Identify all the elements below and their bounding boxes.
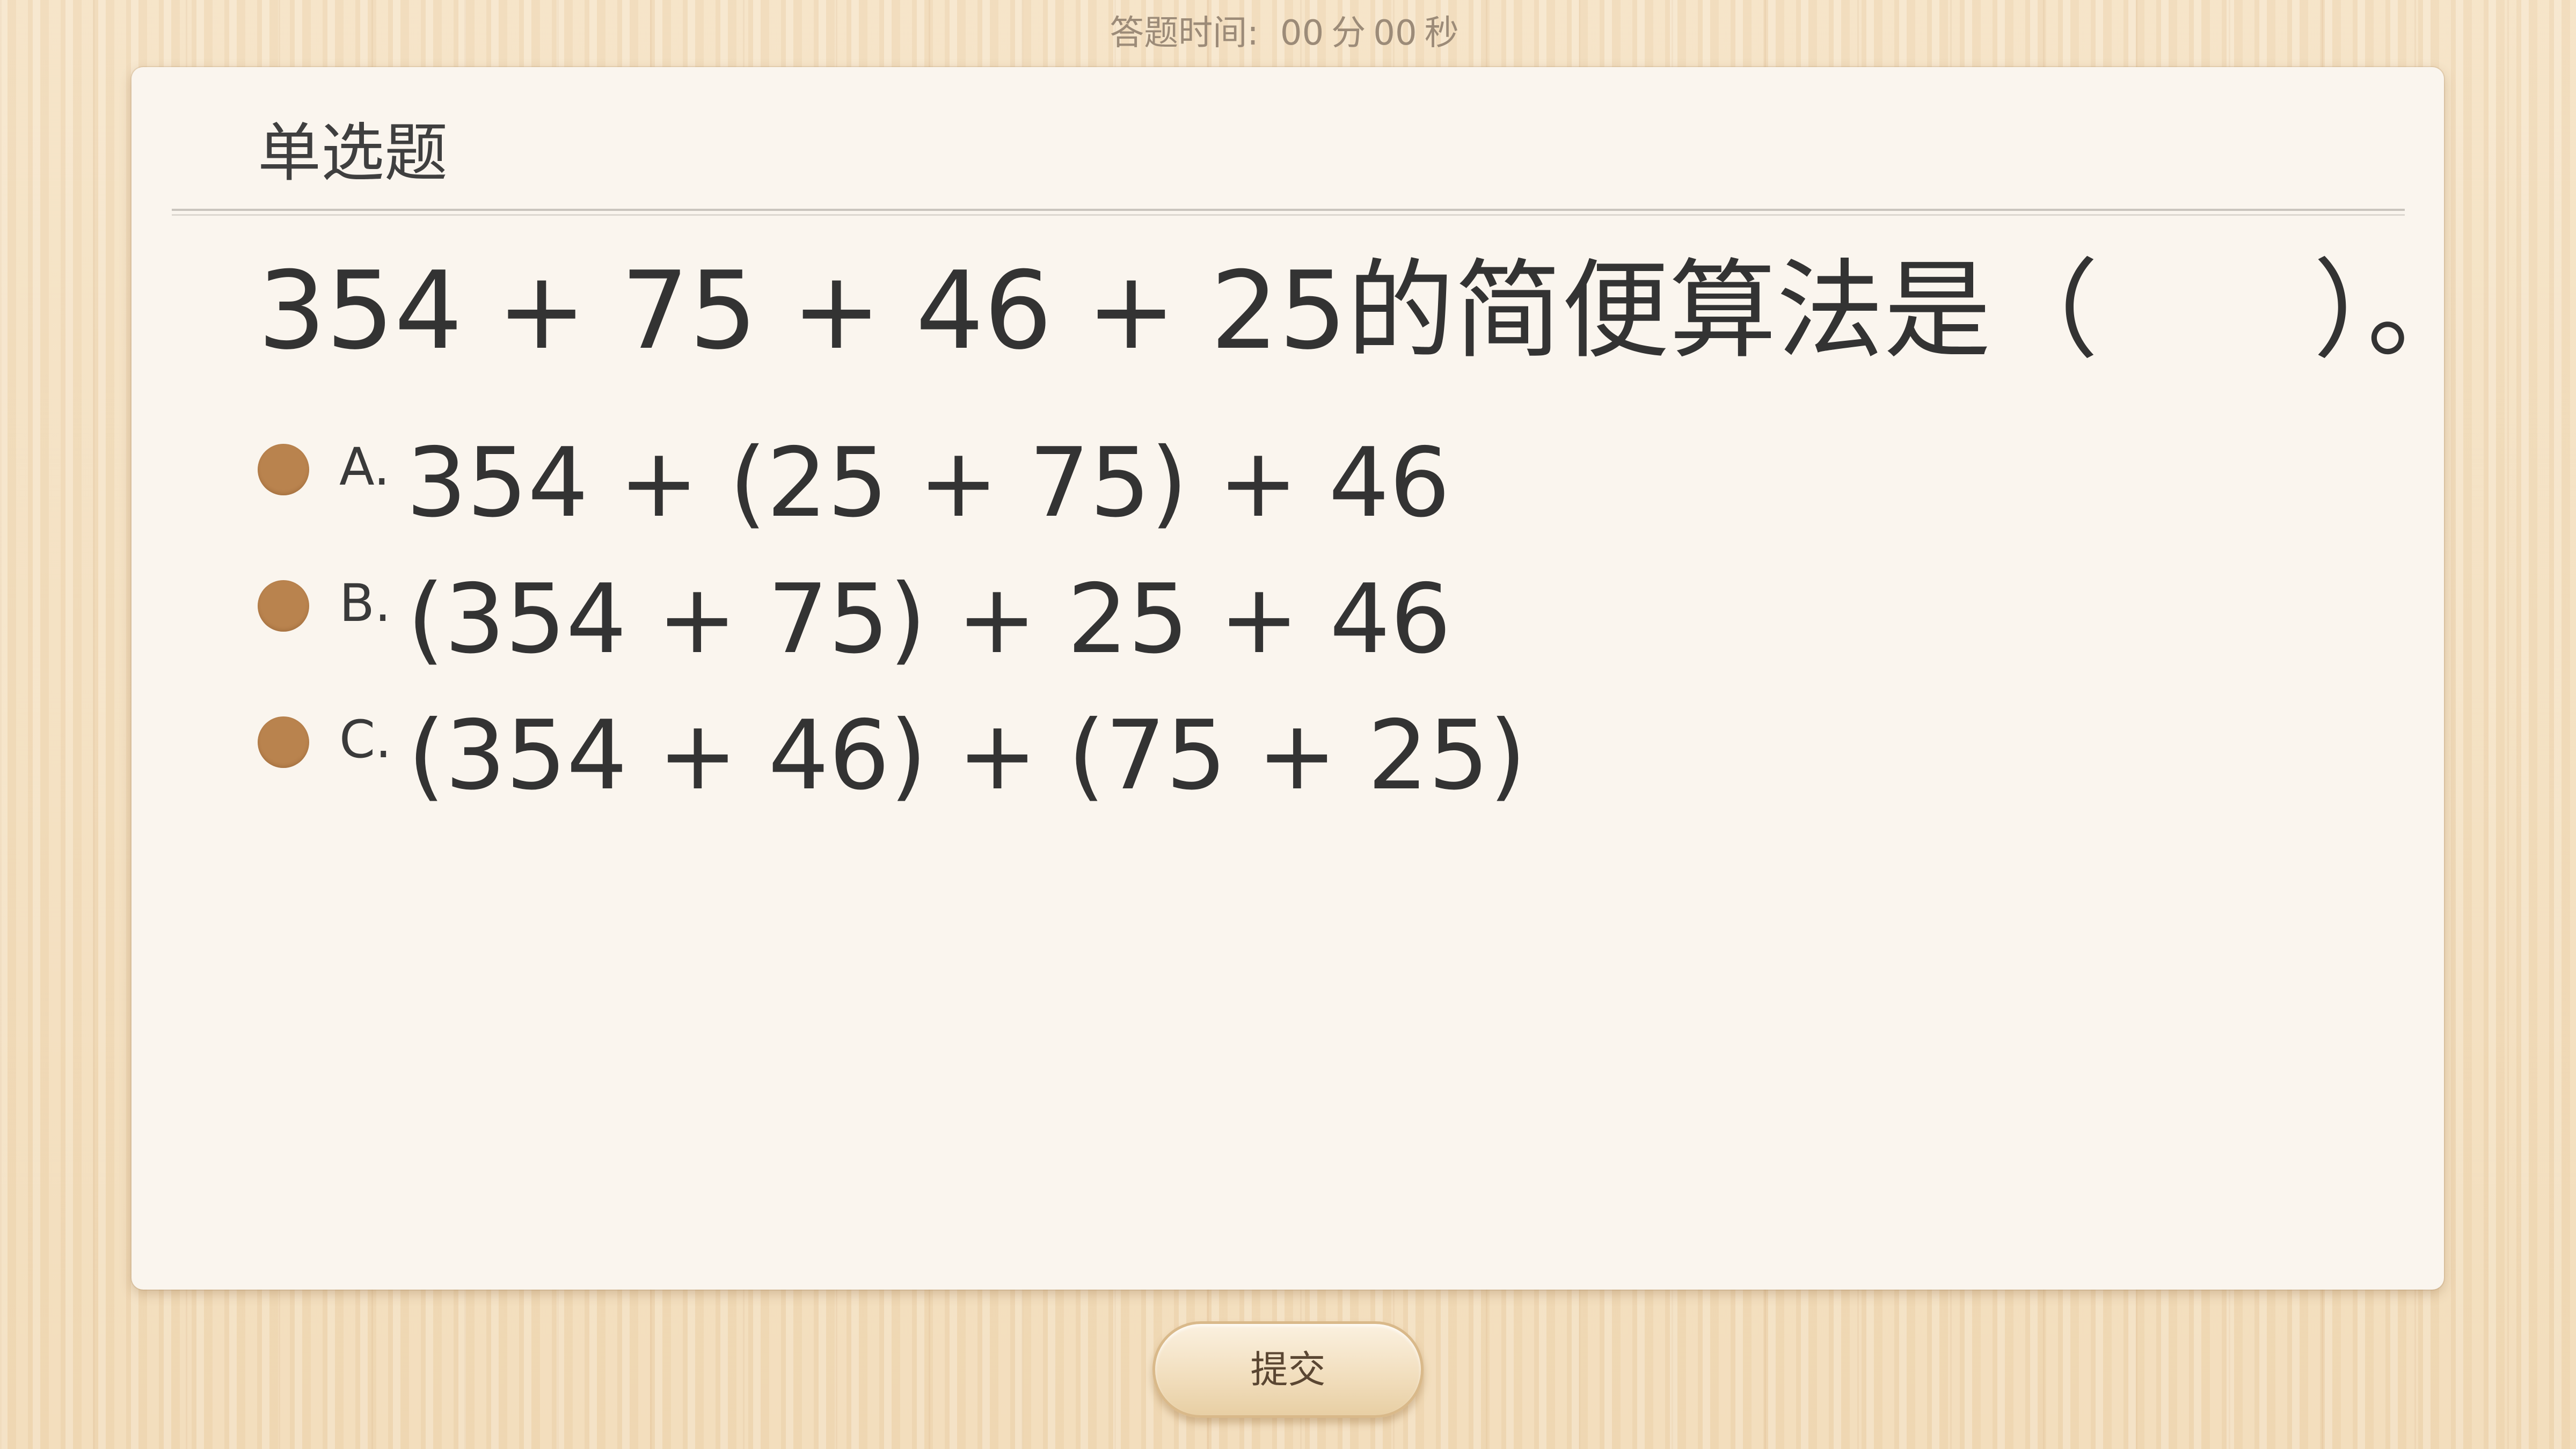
question-type-title: 单选题 [258, 116, 448, 190]
option-b-letter: B. [339, 573, 391, 633]
timer-label: 答题时间: [1110, 13, 1259, 53]
timer-seconds: 00 [1373, 13, 1417, 53]
option-b-text: (354 + 75) + 25 + 46 [407, 564, 1451, 675]
option-b-radio-icon[interactable] [258, 580, 309, 632]
option-a-letter: A. [339, 437, 390, 497]
timer-minutes: 00 [1280, 13, 1324, 53]
option-c-text: (354 + 46) + (75 + 25) [407, 700, 1527, 811]
timer-seconds-unit: 秒 [1424, 13, 1459, 53]
option-c-radio-icon[interactable] [258, 716, 309, 768]
answer-timer: 答题时间: 00 分 00 秒 [0, 9, 2576, 58]
question-text: 354 + 75 + 46 + 25的简便算法是（ ）。 [258, 248, 2475, 374]
submit-button[interactable]: 提交 [1152, 1321, 1424, 1418]
option-a-radio-icon[interactable] [258, 444, 309, 495]
option-c-letter: C. [339, 709, 392, 770]
option-c[interactable]: C. (354 + 46) + (75 + 25) [258, 672, 2351, 811]
option-b[interactable]: B. (354 + 75) + 25 + 46 [258, 536, 2351, 675]
timer-minutes-unit: 分 [1331, 13, 1366, 53]
question-card: 单选题 354 + 75 + 46 + 25的简便算法是（ ）。 A. 354 … [132, 67, 2475, 1290]
option-a-text: 354 + (25 + 75) + 46 [406, 427, 1450, 538]
answer-options: A. 354 + (25 + 75) + 46 B. (354 + 75) + … [258, 400, 2351, 811]
option-a[interactable]: A. 354 + (25 + 75) + 46 [258, 400, 2351, 538]
title-divider [172, 209, 2405, 216]
